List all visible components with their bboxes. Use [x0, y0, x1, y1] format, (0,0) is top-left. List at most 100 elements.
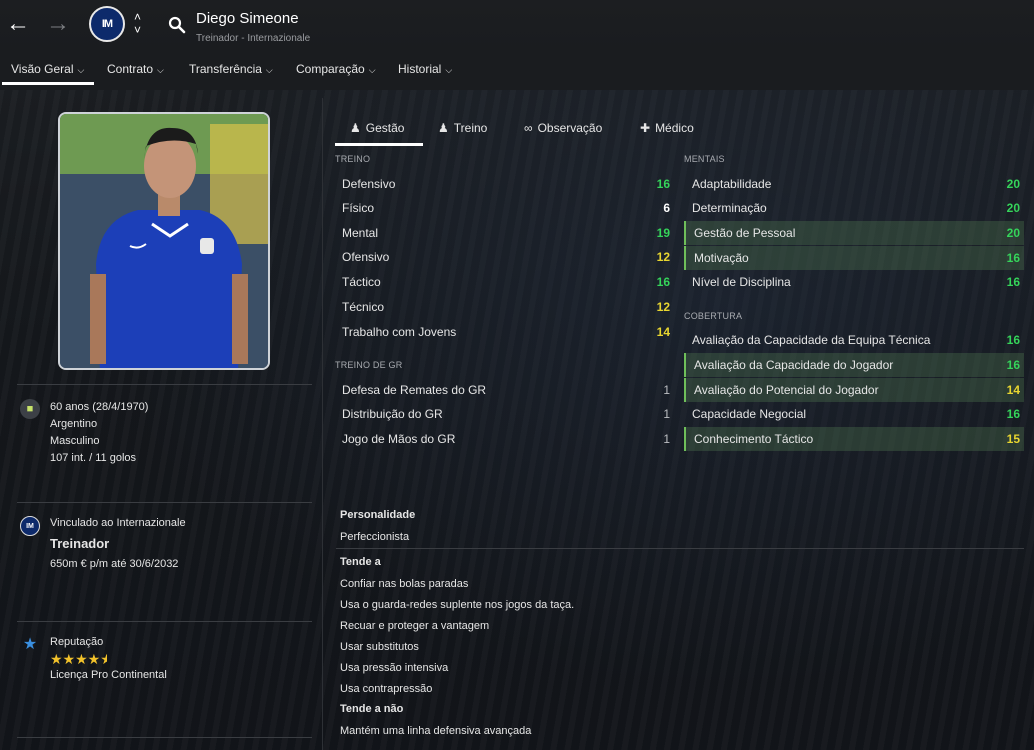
attribute-value: 1: [663, 407, 670, 421]
attribute-row[interactable]: Capacidade Negocial 16: [684, 402, 1024, 426]
attribute-value: 16: [1006, 407, 1020, 421]
divider: [17, 384, 312, 385]
binoculars-icon: ∞: [524, 121, 533, 135]
attribute-value: 19: [656, 226, 670, 240]
attribute-label: Motivação: [694, 251, 749, 265]
chevron-down-icon: ⌵: [77, 65, 85, 75]
attribute-row[interactable]: Adaptabilidade 20: [684, 172, 1024, 196]
panel-divider: [322, 98, 323, 750]
attribute-row[interactable]: Jogo de Mãos do GR 1: [334, 427, 674, 451]
divider: [17, 621, 312, 622]
wage: 650m € p/m até 30/6/2032: [50, 558, 179, 570]
switch-person-control[interactable]: ˄ ˅: [134, 11, 141, 37]
tendency-item: Confiar nas bolas paradas: [340, 578, 469, 590]
attribute-row[interactable]: Mental 19: [334, 221, 674, 245]
attribute-row[interactable]: Ofensivo 12: [334, 245, 674, 269]
attribute-row[interactable]: Físico 6: [334, 196, 674, 220]
attribute-row[interactable]: Táctico 16: [334, 270, 674, 294]
attribute-label: Ofensivo: [342, 250, 390, 264]
subtab-management[interactable]: ♟ Gestão: [350, 121, 404, 135]
tendency-item: Mantém uma linha defensiva avançada: [340, 725, 532, 737]
attribute-label: Avaliação do Potencial do Jogador: [694, 383, 879, 397]
attribute-label: Nível de Disciplina: [692, 275, 791, 289]
tab-overview[interactable]: Visão Geral ⌵: [11, 62, 84, 76]
divider: [17, 502, 312, 503]
arrow-right-icon[interactable]: →: [46, 12, 70, 36]
tendency-item: Recuar e proteger a vantagem: [340, 620, 490, 632]
personality-label: Personalidade: [340, 509, 416, 521]
page-title: Diego Simeone: [196, 10, 299, 27]
attribute-value: 1: [663, 383, 670, 397]
subtab-medical[interactable]: ✚ Médico: [640, 121, 694, 135]
attribute-label: Determinação: [692, 201, 767, 215]
attribute-label: Adaptabilidade: [692, 177, 772, 191]
tab-history[interactable]: Historial ⌵: [398, 62, 452, 76]
top-bar: ← → IM ˄ ˅ Diego Simeone Treinador - Inte…: [0, 0, 1034, 52]
attribute-label: Defensivo: [342, 177, 396, 191]
attribute-row-highlighted[interactable]: Avaliação do Potencial do Jogador 14: [684, 378, 1024, 402]
tab-label: Historial: [398, 62, 442, 76]
chevron-down-icon: ⌵: [368, 65, 376, 75]
chevron-down-icon: ⌵: [445, 65, 453, 75]
tends-not-to-label: Tende a não: [340, 703, 404, 715]
attribute-row[interactable]: Distribuição do GR 1: [334, 402, 674, 426]
age: 60 anos (28/4/1970): [50, 401, 149, 413]
attribute-value: 14: [1006, 383, 1020, 397]
attribute-row-highlighted[interactable]: Gestão de Pessoal 20: [684, 221, 1024, 245]
tendency-item: Usa o guarda-redes suplente nos jogos da…: [340, 599, 575, 611]
attribute-label: Defesa de Remates do GR: [342, 383, 487, 397]
attribute-value: 16: [656, 177, 670, 191]
club-badge[interactable]: IM: [89, 6, 125, 42]
attribute-value: 6: [663, 201, 670, 215]
gender: Masculino: [50, 435, 100, 447]
attribute-value: 16: [656, 275, 670, 289]
drink-icon: ■: [20, 399, 40, 419]
attribute-row[interactable]: Nível de Disciplina 16: [684, 270, 1024, 294]
chevron-down-icon: ⌵: [265, 65, 273, 75]
attribute-row[interactable]: Defesa de Remates do GR 1: [334, 378, 674, 402]
attribute-row-highlighted[interactable]: Motivação 16: [684, 246, 1024, 270]
section-heading-coverage: COBERTURA: [684, 311, 743, 321]
subtab-scouting[interactable]: ∞ Observação: [524, 121, 602, 135]
subtab-label: Gestão: [365, 121, 405, 135]
tab-label: Comparação: [296, 62, 365, 76]
chevron-down-icon: ⌵: [157, 65, 164, 75]
attribute-row[interactable]: Trabalho com Jovens 14: [334, 320, 674, 344]
attribute-label: Jogo de Mãos do GR: [342, 432, 456, 446]
tendency-item: Usa pressão intensiva: [340, 662, 449, 674]
tendency-item: Usa contrapressão: [340, 683, 433, 695]
subtab-label: Observação: [537, 121, 603, 135]
attribute-label: Conhecimento Táctico: [694, 432, 814, 446]
section-heading-gk-training: TREINO DE GR: [335, 360, 403, 370]
attribute-row[interactable]: Avaliação da Capacidade da Equipa Técnic…: [684, 328, 1024, 352]
arrow-left-icon[interactable]: ←: [6, 12, 30, 36]
attribute-label: Trabalho com Jovens: [342, 325, 457, 339]
attribute-value: 16: [1006, 333, 1020, 347]
attribute-value: 12: [656, 250, 670, 264]
attribute-label: Técnico: [342, 300, 385, 314]
person-icon: ♟: [350, 121, 361, 135]
main-tabs: Visão Geral ⌵ Contrato ⌵ Transferência ⌵ Co…: [0, 52, 1034, 90]
attribute-label: Distribuição do GR: [342, 407, 443, 421]
attribute-value: 20: [1006, 201, 1020, 215]
subtab-label: Médico: [655, 121, 694, 135]
tab-label: Visão Geral: [11, 62, 74, 76]
active-tab-indicator: [2, 82, 94, 85]
tab-transfer[interactable]: Transferência ⌵: [189, 62, 273, 76]
tab-contract[interactable]: Contrato ⌵: [107, 62, 164, 76]
attribute-value: 20: [1006, 226, 1020, 240]
star-icon: ★: [22, 636, 38, 653]
attribute-row[interactable]: Determinação 20: [684, 196, 1024, 220]
attribute-row[interactable]: Defensivo 16: [334, 172, 674, 196]
attribute-value: 16: [1006, 275, 1020, 289]
attribute-row-highlighted[interactable]: Avaliação da Capacidade do Jogador 16: [684, 353, 1024, 377]
subtab-training[interactable]: ♟ Treino: [438, 121, 487, 135]
personality-value: Perfeccionista: [340, 531, 410, 543]
tab-comparison[interactable]: Comparação ⌵: [296, 62, 376, 76]
search-icon[interactable]: [168, 16, 186, 34]
attribute-value: 14: [656, 325, 670, 339]
reputation-label: Reputação: [50, 636, 104, 648]
reputation-stars: ★★★★★: [50, 651, 108, 667]
attribute-row-highlighted[interactable]: Conhecimento Táctico 15: [684, 427, 1024, 451]
attribute-row[interactable]: Técnico 12: [334, 295, 674, 319]
